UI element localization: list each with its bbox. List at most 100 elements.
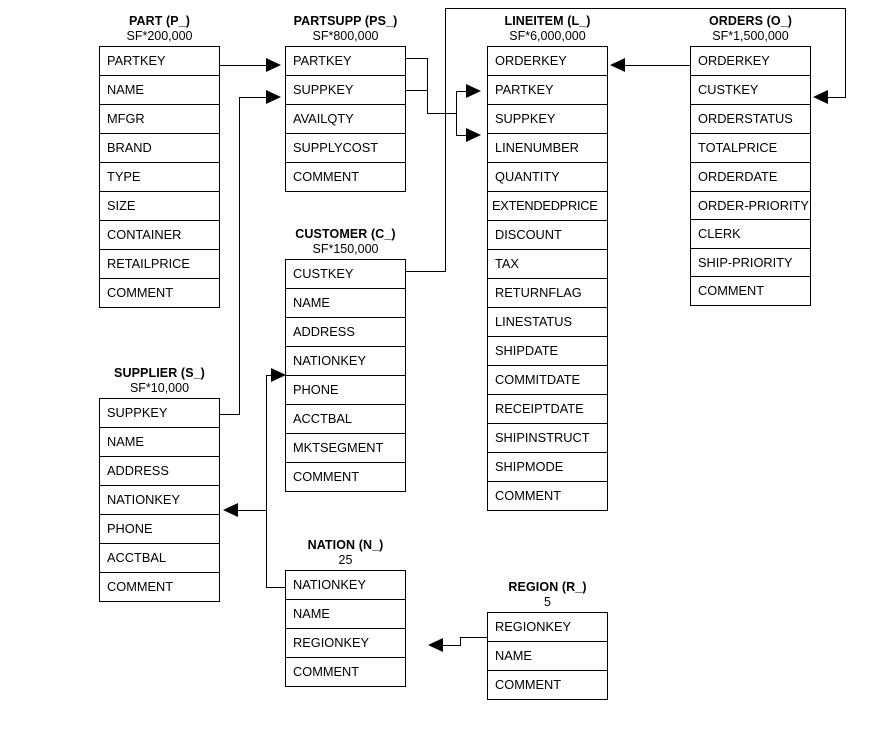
connector-supplier-to-partsupp-vertical: [239, 97, 240, 415]
field-orders-totalprice[interactable]: TOTALPRICE: [691, 134, 810, 163]
field-partsupp-comment[interactable]: COMMENT: [286, 163, 405, 191]
field-partsupp-partkey[interactable]: PARTKEY: [286, 47, 405, 76]
field-nation-regionkey[interactable]: REGIONKEY: [286, 629, 405, 658]
connector-supplier-suppkey-stub: [220, 414, 240, 415]
field-supplier-phone[interactable]: PHONE: [100, 515, 219, 544]
field-lineitem-returnflag[interactable]: RETURNFLAG: [488, 279, 607, 308]
connector-region-to-nation: [443, 645, 461, 646]
field-lineitem-receiptdate[interactable]: RECEIPTDATE: [488, 395, 607, 424]
entity-orders: ORDERS (O_) SF*1,500,000 ORDERKEY CUSTKE…: [690, 14, 811, 306]
entity-partsupp-box: PARTKEY SUPPKEY AVAILQTY SUPPLYCOST COMM…: [285, 46, 406, 192]
field-customer-mktsegment[interactable]: MKTSEGMENT: [286, 434, 405, 463]
field-lineitem-comment[interactable]: COMMENT: [488, 482, 607, 510]
field-orders-orderdate[interactable]: ORDERDATE: [691, 163, 810, 192]
field-supplier-suppkey[interactable]: SUPPKEY: [100, 399, 219, 428]
field-customer-phone[interactable]: PHONE: [286, 376, 405, 405]
field-part-type[interactable]: TYPE: [100, 163, 219, 192]
field-part-comment[interactable]: COMMENT: [100, 279, 219, 307]
field-lineitem-linenumber[interactable]: LINENUMBER: [488, 134, 607, 163]
field-customer-nationkey[interactable]: NATIONKEY: [286, 347, 405, 376]
field-part-brand[interactable]: BRAND: [100, 134, 219, 163]
field-lineitem-tax[interactable]: TAX: [488, 250, 607, 279]
field-orders-clerk[interactable]: CLERK: [691, 220, 810, 249]
field-part-partkey[interactable]: PARTKEY: [100, 47, 219, 76]
entity-supplier-cardinality: SF*10,000: [129, 381, 190, 395]
connector-lineitem-split-vertical: [456, 91, 457, 136]
field-part-size[interactable]: SIZE: [100, 192, 219, 221]
field-partsupp-suppkey[interactable]: SUPPKEY: [286, 76, 405, 105]
field-lineitem-shipinstruct[interactable]: SHIPINSTRUCT: [488, 424, 607, 453]
field-supplier-acctbal[interactable]: ACCTBAL: [100, 544, 219, 573]
field-nation-comment[interactable]: COMMENT: [286, 658, 405, 686]
field-orders-shippriority[interactable]: SHIP-PRIORITY: [691, 249, 810, 277]
entity-region: REGION (R_) 5 REGIONKEY NAME COMMENT: [487, 580, 608, 700]
entity-supplier-title: SUPPLIER (S_): [114, 366, 205, 380]
field-region-comment[interactable]: COMMENT: [488, 671, 607, 699]
field-customer-name[interactable]: NAME: [286, 289, 405, 318]
connector-region-regionkey-out: [460, 637, 487, 638]
entity-customer: CUSTOMER (C_) SF*150,000 CUSTKEY NAME AD…: [285, 227, 406, 492]
field-orders-orderpriority[interactable]: ORDER-PRIORITY: [691, 192, 810, 220]
field-lineitem-linestatus[interactable]: LINESTATUS: [488, 308, 607, 337]
field-region-name[interactable]: NAME: [488, 642, 607, 671]
field-nation-name[interactable]: NAME: [286, 600, 405, 629]
entity-nation-cardinality: 25: [338, 553, 353, 567]
field-partsupp-supplycost[interactable]: SUPPLYCOST: [286, 134, 405, 163]
field-supplier-address[interactable]: ADDRESS: [100, 457, 219, 486]
field-lineitem-extendedprice[interactable]: EXTENDEDPRICE: [488, 192, 607, 221]
connector-partsupp-suppkey-out: [406, 90, 428, 91]
schema-diagram-canvas: PART (P_) SF*200,000 PARTKEY NAME MFGR B…: [0, 0, 877, 733]
connector-partsupp-merge-run: [427, 113, 457, 114]
field-orders-orderkey[interactable]: ORDERKEY: [691, 47, 810, 76]
field-nation-nationkey[interactable]: NATIONKEY: [286, 571, 405, 600]
field-partsupp-availqty[interactable]: AVAILQTY: [286, 105, 405, 134]
entity-nation: NATION (N_) 25 NATIONKEY NAME REGIONKEY …: [285, 538, 406, 687]
field-lineitem-shipmode[interactable]: SHIPMODE: [488, 453, 607, 482]
entity-part-cardinality: SF*200,000: [126, 29, 193, 43]
field-part-retailprice[interactable]: RETAILPRICE: [100, 250, 219, 279]
field-customer-acctbal[interactable]: ACCTBAL: [286, 405, 405, 434]
connector-nation-to-supplier: [238, 510, 267, 511]
entity-orders-title: ORDERS (O_): [708, 14, 793, 28]
field-part-name[interactable]: NAME: [100, 76, 219, 105]
field-orders-custkey[interactable]: CUSTKEY: [691, 76, 810, 105]
entity-orders-cardinality: SF*1,500,000: [712, 29, 789, 43]
field-supplier-name[interactable]: NAME: [100, 428, 219, 457]
entity-lineitem-cardinality: SF*6,000,000: [509, 29, 586, 43]
field-region-regionkey[interactable]: REGIONKEY: [488, 613, 607, 642]
field-customer-custkey[interactable]: CUSTKEY: [286, 260, 405, 289]
connector-partsupp-merge-spine: [427, 90, 428, 114]
connector-orders-custkey-in: [828, 97, 846, 98]
field-part-mfgr[interactable]: MFGR: [100, 105, 219, 134]
field-orders-comment[interactable]: COMMENT: [691, 277, 810, 305]
arrowhead-supplier-nationkey: [223, 503, 238, 517]
field-customer-address[interactable]: ADDRESS: [286, 318, 405, 347]
connector-partsupp-partkey-out: [406, 58, 428, 59]
arrowhead-customer-nationkey: [271, 368, 286, 382]
field-lineitem-discount[interactable]: DISCOUNT: [488, 221, 607, 250]
field-lineitem-commitdate[interactable]: COMMITDATE: [488, 366, 607, 395]
entity-customer-box: CUSTKEY NAME ADDRESS NATIONKEY PHONE ACC…: [285, 259, 406, 492]
entity-supplier: SUPPLIER (S_) SF*10,000 SUPPKEY NAME ADD…: [99, 366, 220, 602]
entity-part-title: PART (P_): [128, 14, 191, 28]
entity-nation-title: NATION (N_): [307, 538, 384, 552]
connector-orders-to-lineitem: [625, 65, 691, 66]
connector-partsupp-partkey-drop: [427, 58, 428, 91]
connector-customer-to-orders-top: [445, 8, 846, 9]
field-customer-comment[interactable]: COMMENT: [286, 463, 405, 491]
entity-partsupp-title: PARTSUPP (PS_): [293, 14, 398, 28]
connector-part-to-partsupp: [220, 65, 268, 66]
field-supplier-nationkey[interactable]: NATIONKEY: [100, 486, 219, 515]
field-supplier-comment[interactable]: COMMENT: [100, 573, 219, 601]
field-lineitem-suppkey[interactable]: SUPPKEY: [488, 105, 607, 134]
arrowhead-partsupp-suppkey: [266, 90, 281, 104]
field-lineitem-quantity[interactable]: QUANTITY: [488, 163, 607, 192]
entity-region-cardinality: 5: [544, 595, 551, 609]
field-part-container[interactable]: CONTAINER: [100, 221, 219, 250]
field-lineitem-orderkey[interactable]: ORDERKEY: [488, 47, 607, 76]
entity-lineitem: LINEITEM (L_) SF*6,000,000 ORDERKEY PART…: [487, 14, 608, 511]
field-lineitem-shipdate[interactable]: SHIPDATE: [488, 337, 607, 366]
field-orders-orderstatus[interactable]: ORDERSTATUS: [691, 105, 810, 134]
field-lineitem-partkey[interactable]: PARTKEY: [488, 76, 607, 105]
entity-region-title: REGION (R_): [508, 580, 587, 594]
